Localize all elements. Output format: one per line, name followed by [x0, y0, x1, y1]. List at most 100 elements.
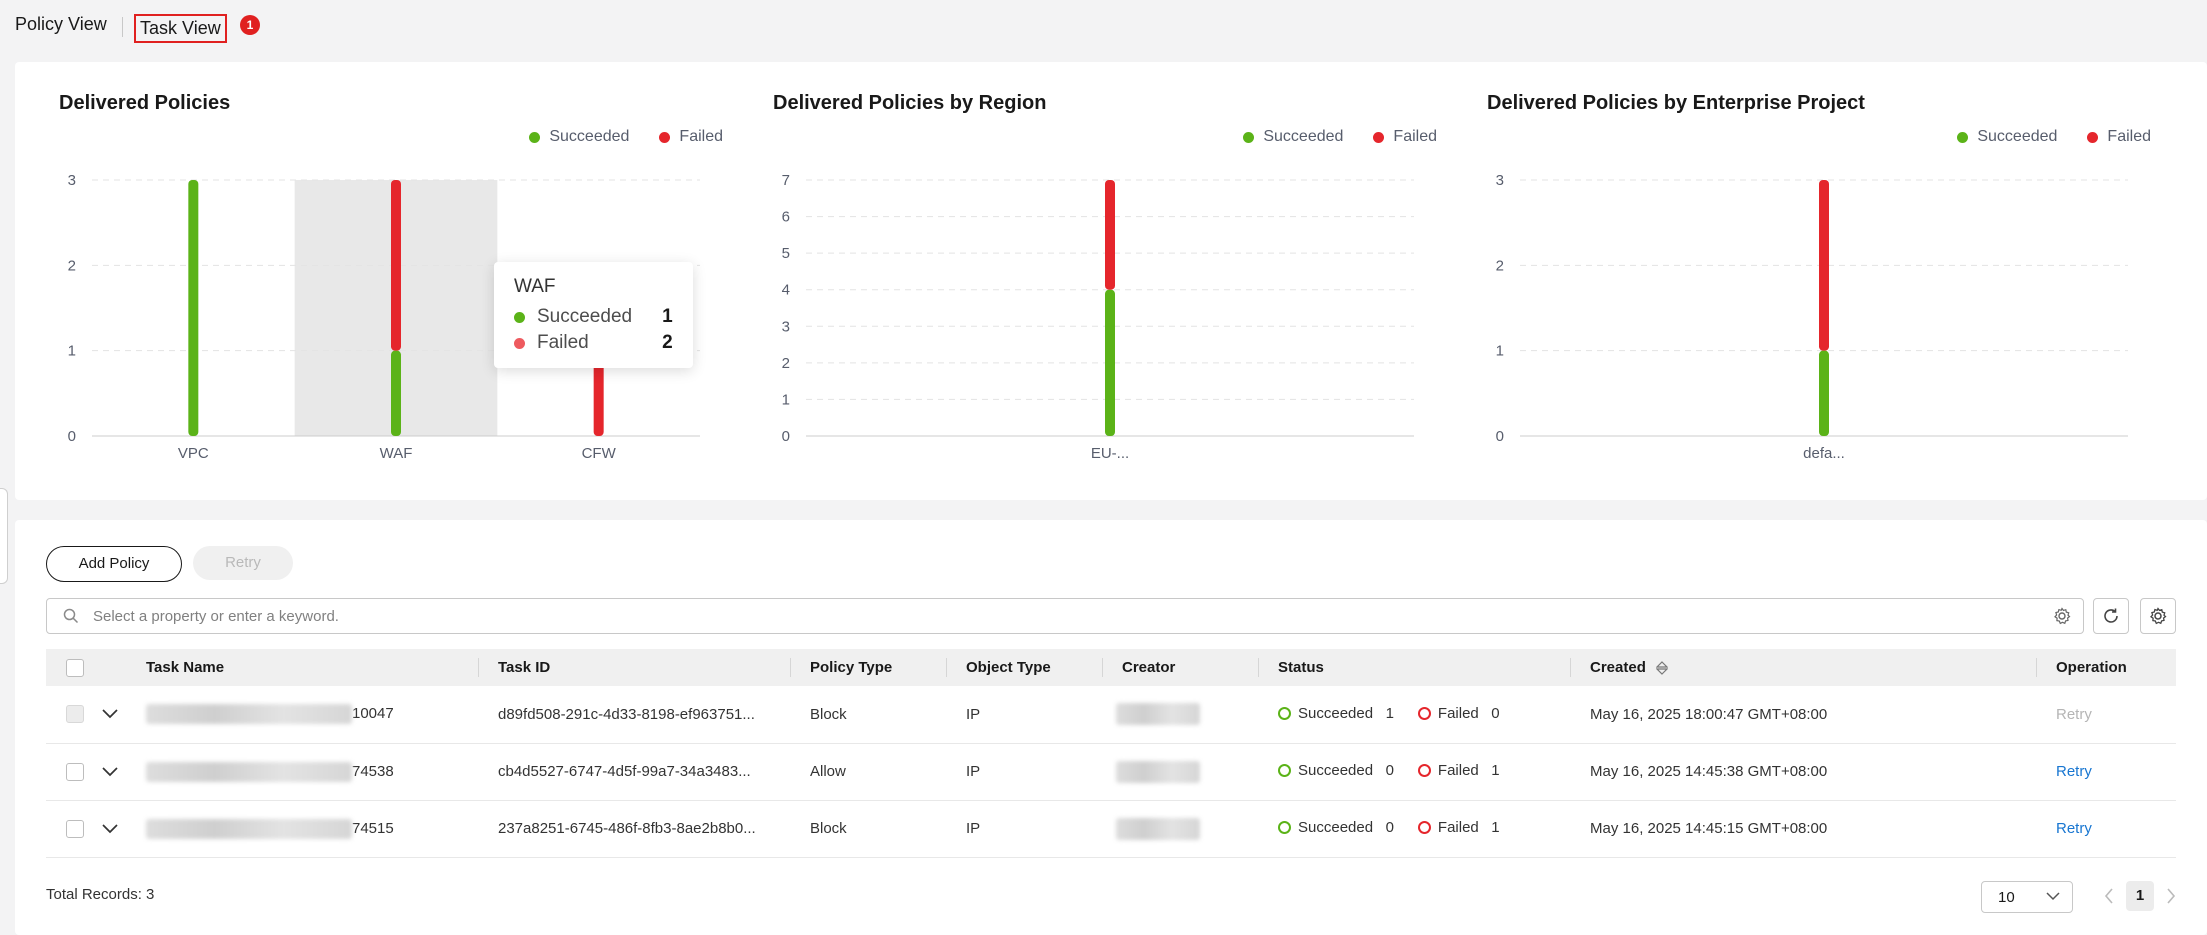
bar-failed[interactable]	[1105, 180, 1115, 290]
y-tick-label: 3	[1496, 172, 1504, 189]
y-tick-label: 2	[782, 355, 790, 372]
chevron-down-icon	[2046, 892, 2060, 901]
x-tick-label: EU-...	[1091, 445, 1129, 462]
tooltip-value: 1	[662, 306, 673, 327]
tooltip-dot	[514, 311, 525, 323]
created-cell: May 16, 2025 14:45:38 GMT+08:00	[1590, 763, 1828, 780]
redacted-creator	[1116, 760, 1200, 783]
task-name-cell: 10047	[146, 686, 478, 743]
search-bar[interactable]	[46, 598, 2084, 634]
created-cell: May 16, 2025 14:45:15 GMT+08:00	[1590, 820, 1828, 837]
refresh-icon	[2104, 608, 2118, 623]
y-tick-label: 6	[782, 209, 790, 226]
add-policy-button[interactable]: Add Policy	[46, 546, 182, 582]
column-created[interactable]: Created	[1570, 649, 2036, 686]
status-succeeded: Succeeded 0	[1278, 819, 1394, 836]
y-tick-label: 2	[1496, 257, 1504, 274]
side-collapse-handle[interactable]	[0, 488, 8, 584]
expand-row-icon[interactable]	[102, 766, 118, 777]
failed-status-icon	[1417, 706, 1431, 720]
status-cell: Succeeded 0 Failed 1	[1258, 800, 1570, 857]
task-id-cell: 237a8251-6745-486f-8fb3-8ae2b8b0...	[498, 820, 756, 837]
operation-cell: Retry	[2036, 743, 2176, 800]
chart-policies-by-enterprise-project: Delivered Policies by Enterprise Project…	[1443, 62, 2151, 500]
tab-divider	[122, 17, 123, 37]
table-row[interactable]: 74515 237a8251-6745-486f-8fb3-8ae2b8b0...…	[46, 800, 2176, 857]
sort-icon[interactable]	[1655, 661, 1669, 675]
column-object-type: Object Type	[946, 649, 1102, 686]
y-tick-label: 0	[68, 428, 76, 445]
tooltip-row: Succeeded 1	[514, 306, 673, 328]
redacted-creator	[1116, 817, 1200, 840]
page-size-value: 10	[1998, 889, 2015, 906]
policy-type-cell: Allow	[810, 763, 846, 780]
status-failed: Failed 1	[1417, 762, 1500, 779]
object-type-cell: IP	[966, 763, 981, 780]
bar-failed[interactable]	[1819, 180, 1829, 351]
next-page-icon[interactable]	[2165, 887, 2177, 905]
chart-delivered-policies: Delivered Policies Succeeded Failed 0 1 2 3 VPC…	[15, 62, 723, 500]
policy-type-cell: Block	[810, 705, 847, 723]
row-checkbox[interactable]	[66, 762, 84, 781]
status-cell: Succeeded 1 Failed 0	[1258, 686, 1570, 743]
previous-page-icon[interactable]	[2103, 887, 2115, 905]
tooltip-label: Failed	[537, 332, 589, 353]
tab-policy-view[interactable]: Policy View	[15, 14, 107, 35]
charts-panel: Delivered Policies Succeeded Failed 0 1 2 3 VPC…	[15, 62, 2207, 500]
object-type-cell: IP	[966, 820, 981, 837]
row-retry-link[interactable]: Retry	[2056, 763, 2092, 780]
x-tick-label: CFW	[582, 445, 617, 462]
expand-row-icon[interactable]	[102, 709, 118, 719]
bar-succeeded[interactable]	[1819, 350, 1829, 436]
row-retry-link: Retry	[2056, 705, 2092, 723]
search-input[interactable]	[91, 599, 1995, 633]
column-task-name: Task Name	[146, 659, 225, 676]
creator-cell	[1102, 800, 1258, 857]
table-settings-button[interactable]	[2140, 598, 2176, 634]
task-id-cell: cb4d5527-6747-4d5f-99a7-34a3483...	[498, 763, 751, 780]
page-size-select[interactable]: 10	[1981, 881, 2073, 913]
y-tick-label: 1	[68, 343, 76, 360]
view-tabs: Policy View Task View 1	[0, 0, 600, 54]
created-cell: May 16, 2025 18:00:47 GMT+08:00	[1590, 705, 1828, 723]
bar-succeeded[interactable]	[1105, 289, 1115, 436]
policy-type-cell: Block	[810, 820, 847, 837]
refresh-button[interactable]	[2093, 598, 2129, 634]
row-checkbox[interactable]	[66, 819, 84, 838]
task-table-panel: Add Policy Retry Tas	[15, 520, 2207, 935]
page-number-current[interactable]: 1	[2126, 881, 2154, 911]
search-settings-icon[interactable]	[2053, 607, 2071, 625]
row-retry-link[interactable]: Retry	[2056, 820, 2092, 837]
select-all-checkbox[interactable]	[66, 658, 84, 677]
table-row[interactable]: 74538 cb4d5527-6747-4d5f-99a7-34a3483... A…	[46, 743, 2176, 800]
tooltip-dot	[514, 337, 525, 349]
status-succeeded: Succeeded 1	[1278, 705, 1394, 722]
table-row[interactable]: 10047 d89fd508-291c-4d33-8198-ef963751...…	[46, 686, 2176, 743]
object-type-cell: IP	[966, 705, 981, 723]
chart-tooltip: WAF Succeeded 1 Failed 2	[494, 262, 693, 368]
tab-task-view[interactable]: Task View	[134, 14, 227, 43]
row-checkbox	[66, 705, 84, 724]
bar-succeeded[interactable]	[188, 180, 199, 436]
chart-policies-by-region: Delivered Policies by Region Succeeded Fai…	[729, 62, 1437, 500]
bar-failed[interactable]	[391, 180, 401, 351]
annotation-badge: 1	[240, 15, 260, 35]
failed-status-icon	[1417, 821, 1431, 834]
column-status: Status	[1258, 649, 1570, 686]
operation-cell: Retry	[2036, 686, 2176, 743]
task-name-cell: 74538	[146, 743, 478, 800]
tooltip-label: Succeeded	[537, 306, 633, 327]
y-tick-label: 3	[68, 172, 76, 189]
search-icon	[63, 608, 79, 624]
y-tick-label: 2	[68, 257, 76, 274]
x-tick-label: defa...	[1803, 445, 1845, 462]
y-tick-label: 3	[782, 318, 790, 335]
bar-succeeded[interactable]	[391, 350, 401, 436]
task-id-cell: d89fd508-291c-4d33-8198-ef963751...	[498, 705, 755, 723]
column-operation: Operation	[2036, 649, 2176, 686]
expand-row-icon[interactable]	[102, 823, 118, 834]
retry-button: Retry	[193, 546, 293, 580]
redacted-task-name	[146, 761, 352, 782]
success-status-icon	[1278, 764, 1291, 777]
status-failed: Failed 1	[1417, 819, 1500, 836]
